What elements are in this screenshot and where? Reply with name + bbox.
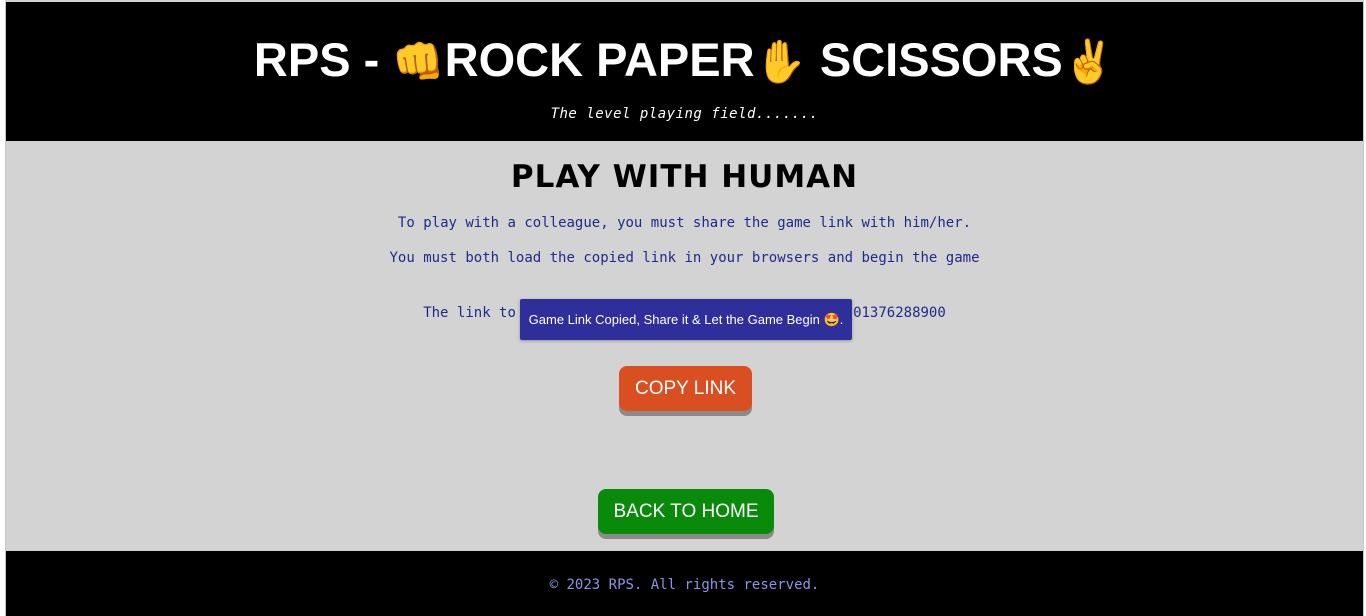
main-content: PLAY WITH HUMAN To play with a colleague…: [6, 141, 1363, 551]
site-title: RPS - 👊ROCK PAPER✋ SCISSORS✌: [6, 32, 1363, 90]
title-rock-paper: ROCK PAPER: [444, 33, 755, 86]
paper-hand-icon: ✋: [754, 38, 807, 85]
rock-fist-icon: 👊: [392, 38, 445, 85]
copy-link-button[interactable]: COPY LINK: [619, 366, 752, 411]
page-frame: RPS - 👊ROCK PAPER✋ SCISSORS✌ The level p…: [5, 0, 1364, 616]
site-tagline: The level playing field.......: [550, 106, 819, 122]
copyright-text: © 2023 RPS. All rights reserved.: [549, 577, 820, 593]
back-to-home-button[interactable]: BACK TO HOME: [598, 489, 774, 534]
instruction-share-link: To play with a colleague, you must share…: [397, 215, 972, 231]
link-copied-toast: Game Link Copied, Share it & Let the Gam…: [520, 299, 852, 340]
page-title: PLAY WITH HUMAN: [510, 159, 859, 195]
title-prefix: RPS -: [253, 33, 393, 86]
site-footer: © 2023 RPS. All rights reserved.: [6, 551, 1363, 616]
title-scissors: SCISSORS: [806, 33, 1063, 86]
site-header: RPS - 👊ROCK PAPER✋ SCISSORS✌ The level p…: [6, 2, 1363, 141]
scissors-victory-hand-icon: ✌: [1062, 38, 1116, 85]
instruction-load-link: You must both load the copied link in yo…: [389, 250, 980, 266]
